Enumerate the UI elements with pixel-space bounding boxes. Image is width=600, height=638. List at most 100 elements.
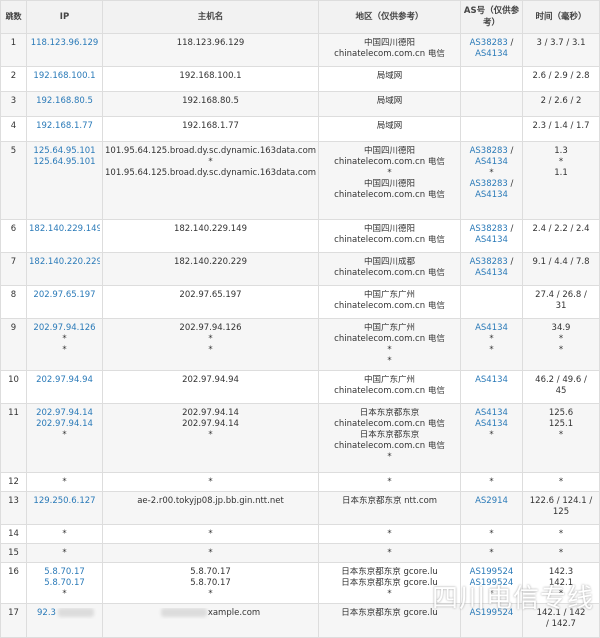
- asn-cell: AS4134: [460, 370, 523, 404]
- time-value: 31: [555, 301, 567, 311]
- ip-link[interactable]: 202.97.94.14: [29, 408, 100, 419]
- ip-link[interactable]: 182.140.220.229: [29, 257, 100, 268]
- region-text: chinatelecom.com.cn 电信: [334, 441, 445, 451]
- time-value: 2 / 2.6 / 2: [540, 96, 582, 106]
- ip-link[interactable]: 192.168.100.1: [29, 71, 100, 82]
- asn-cell: AS38283 /AS4134 * AS38283 /AS4134: [460, 141, 523, 220]
- asn-link[interactable]: AS4134: [463, 235, 520, 246]
- time-cell: *: [522, 543, 600, 563]
- ip-link[interactable]: 5.8.70.17: [29, 578, 100, 589]
- time-value: / 142.7: [546, 619, 576, 629]
- region-text: *: [387, 168, 392, 178]
- region-text: *: [387, 477, 392, 487]
- ip-cell: 202.97.65.197: [26, 285, 103, 319]
- hop-number: 14: [0, 524, 27, 544]
- table-row: 12 * * * * *: [0, 472, 600, 492]
- asn-link[interactable]: AS38283 /: [463, 257, 520, 268]
- hop-number: 12: [0, 472, 27, 492]
- ip-link[interactable]: 118.123.96.129: [29, 38, 100, 49]
- asn-link[interactable]: AS4134: [463, 268, 520, 279]
- ip-link[interactable]: 92.3: [29, 608, 100, 619]
- asn-link[interactable]: AS2914: [463, 496, 520, 507]
- ip-link[interactable]: 125.64.95.101: [29, 146, 100, 157]
- hop-number: 6: [0, 219, 27, 253]
- region-cell: 局域网: [318, 91, 461, 117]
- asn-link[interactable]: AS4134: [463, 49, 520, 60]
- region-cell: 中国广东广州 chinatelecom.com.cn 电信: [318, 370, 461, 404]
- region-text: chinatelecom.com.cn 电信: [334, 419, 445, 429]
- ip-link[interactable]: 192.168.1.77: [29, 121, 100, 132]
- host-name: 101.95.64.125.broad.dy.sc.dynamic.163dat…: [105, 168, 316, 178]
- asn-none: *: [489, 168, 494, 178]
- asn-cell: [460, 116, 523, 142]
- ip-link[interactable]: 5.8.70.17: [29, 567, 100, 578]
- asn-link[interactable]: AS4134: [463, 157, 520, 168]
- region-cell: *: [318, 543, 461, 563]
- region-text: *: [387, 345, 392, 355]
- asn-link[interactable]: AS4134: [463, 323, 520, 334]
- traceroute-table: 跳数 IP 主机名 地区（仅供参考） AS号（仅供参考） 时间（毫秒） 1 118…: [0, 0, 600, 638]
- ip-none: *: [62, 430, 67, 440]
- region-text: 局域网: [376, 96, 403, 106]
- hop-number: 5: [0, 141, 27, 220]
- hop-number: 17: [0, 603, 27, 638]
- time-value: *: [558, 345, 564, 355]
- ip-link[interactable]: 202.97.94.94: [29, 375, 100, 386]
- hop-number: 4: [0, 116, 27, 142]
- region-text: 中国四川德阳: [363, 179, 415, 189]
- asn-link[interactable]: AS38283 /: [463, 38, 520, 49]
- time-cell: *: [522, 524, 600, 544]
- region-text: chinatelecom.com.cn 电信: [334, 190, 445, 200]
- region-cell: 中国四川德阳 chinatelecom.com.cn 电信: [318, 219, 461, 253]
- header-ip: IP: [26, 0, 103, 34]
- time-value: 2.6 / 2.9 / 2.8: [532, 71, 590, 81]
- table-row: 3 192.168.80.5 192.168.80.5 局域网 2 / 2.6 / 2: [0, 91, 600, 117]
- table-row: 5 125.64.95.101 125.64.95.101 101.95.64.125…: [0, 141, 600, 220]
- region-text: chinatelecom.com.cn 电信: [334, 268, 445, 278]
- header-time: 时间（毫秒）: [522, 0, 600, 34]
- ip-cell: 182.140.220.229: [26, 252, 103, 286]
- region-text: 局域网: [376, 71, 403, 81]
- table-row: 1 118.123.96.129 118.123.96.129 中国四川德阳 china…: [0, 33, 600, 67]
- region-text: chinatelecom.com.cn 电信: [334, 386, 445, 396]
- asn-link[interactable]: AS4134: [463, 419, 520, 430]
- hop-number: 2: [0, 66, 27, 92]
- ip-cell: *: [26, 524, 103, 544]
- host-name: *: [208, 157, 213, 167]
- ip-cell: 125.64.95.101 125.64.95.101: [26, 141, 103, 220]
- ip-link[interactable]: 202.97.94.14: [29, 419, 100, 430]
- asn-link[interactable]: AS4134: [463, 190, 520, 201]
- time-cell: 1.3 * 1.1: [522, 141, 600, 220]
- host-cell: *: [102, 524, 319, 544]
- time-cell: 2.3 / 1.4 / 1.7: [522, 116, 600, 142]
- hop-number: 9: [0, 318, 27, 371]
- host-name: 202.97.94.14: [182, 408, 239, 418]
- asn-link[interactable]: AS38283 /: [463, 146, 520, 157]
- hop-number: 13: [0, 491, 27, 525]
- ip-link[interactable]: 192.168.80.5: [29, 96, 100, 107]
- asn-link[interactable]: AS38283 /: [463, 179, 520, 190]
- time-cell: 46.2 / 49.6 /45: [522, 370, 600, 404]
- host-name: 202.97.94.14: [182, 419, 239, 429]
- host-name: 182.140.220.229: [173, 257, 247, 267]
- ip-none: *: [62, 548, 67, 558]
- ip-cell: 192.168.80.5: [26, 91, 103, 117]
- asn-link[interactable]: AS4134: [463, 375, 520, 386]
- region-cell: 中国四川德阳 chinatelecom.com.cn 电信: [318, 33, 461, 67]
- asn-link[interactable]: AS4134: [463, 408, 520, 419]
- region-text: chinatelecom.com.cn 电信: [334, 334, 445, 344]
- host-name: 101.95.64.125.broad.dy.sc.dynamic.163dat…: [105, 146, 316, 156]
- ip-link[interactable]: 182.140.229.149: [29, 224, 100, 235]
- ip-link[interactable]: 202.97.65.197: [29, 290, 100, 301]
- ip-link[interactable]: 202.97.94.126: [29, 323, 100, 334]
- asn-link[interactable]: AS38283 /: [463, 224, 520, 235]
- region-text: chinatelecom.com.cn 电信: [334, 301, 445, 311]
- asn-link[interactable]: AS199524: [463, 567, 520, 578]
- host-name: *: [208, 477, 213, 487]
- ip-link[interactable]: 125.64.95.101: [29, 157, 100, 168]
- host-name: *: [208, 430, 213, 440]
- host-name: 5.8.70.17: [190, 578, 231, 588]
- table-row: 13 129.250.6.127 ae-2.r00.tokyjp08.jp.bb.g…: [0, 491, 600, 525]
- table-body: 1 118.123.96.129 118.123.96.129 中国四川德阳 china…: [0, 33, 600, 638]
- ip-link[interactable]: 129.250.6.127: [29, 496, 100, 507]
